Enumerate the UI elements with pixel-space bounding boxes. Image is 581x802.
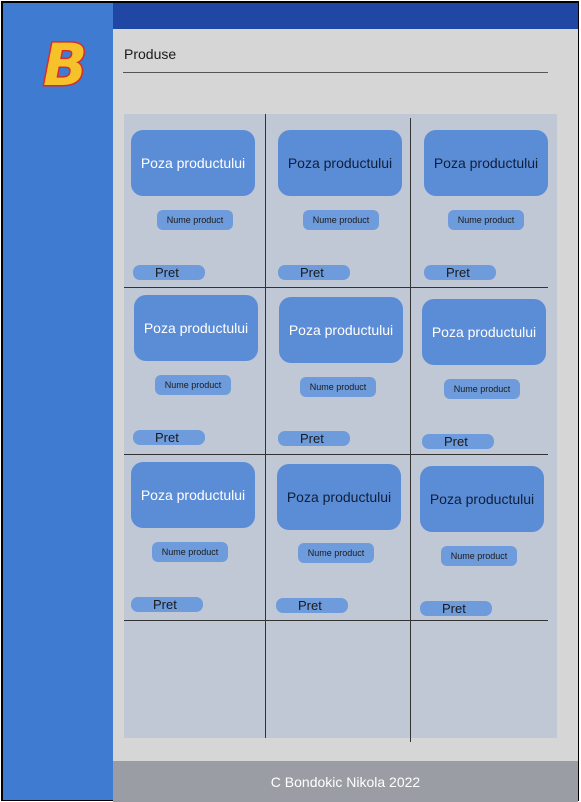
product-name: Nume product	[155, 375, 231, 395]
grid-divider	[124, 454, 548, 455]
product-name: Nume product	[303, 210, 379, 230]
grid-divider	[124, 287, 548, 288]
grid-divider	[410, 118, 411, 742]
product-photo[interactable]: Poza productului	[131, 462, 255, 528]
product-photo[interactable]: Poza productului	[131, 130, 255, 196]
product-name: Nume product	[298, 543, 374, 563]
product-price: Pret	[131, 597, 203, 612]
product-photo[interactable]: Poza productului	[278, 130, 402, 196]
grid-divider	[124, 620, 548, 621]
product-price: Pret	[133, 430, 205, 445]
title-divider	[123, 72, 548, 73]
product-price: Pret	[278, 265, 350, 280]
product-name: Nume product	[157, 210, 233, 230]
product-photo[interactable]: Poza productului	[424, 130, 548, 196]
product-name: Nume product	[444, 379, 520, 399]
product-photo[interactable]: Poza productului	[420, 466, 544, 532]
product-price: Pret	[420, 601, 492, 616]
footer: C Bondokic Nikola 2022	[113, 761, 578, 802]
product-price: Pret	[278, 431, 350, 446]
product-name: Nume product	[448, 210, 524, 230]
product-photo[interactable]: Poza productului	[277, 464, 401, 530]
product-grid	[124, 114, 557, 738]
product-price: Pret	[276, 598, 348, 613]
footer-text: C Bondokic Nikola 2022	[270, 773, 421, 790]
product-price: Pret	[133, 265, 205, 280]
product-photo[interactable]: Poza productului	[134, 295, 258, 361]
brand-logo[interactable]: B	[39, 31, 89, 93]
product-name: Nume product	[300, 377, 376, 397]
product-price: Pret	[422, 434, 494, 449]
product-photo[interactable]: Poza productului	[279, 297, 403, 363]
product-photo[interactable]: Poza productului	[422, 299, 546, 365]
sidebar: B	[3, 3, 113, 800]
top-bar	[113, 3, 578, 29]
product-name: Nume product	[152, 542, 228, 562]
svg-text:B: B	[43, 31, 87, 93]
page-title: Produse	[124, 46, 177, 62]
product-price: Pret	[424, 265, 496, 280]
grid-divider	[265, 114, 266, 738]
product-name: Nume product	[441, 546, 517, 566]
